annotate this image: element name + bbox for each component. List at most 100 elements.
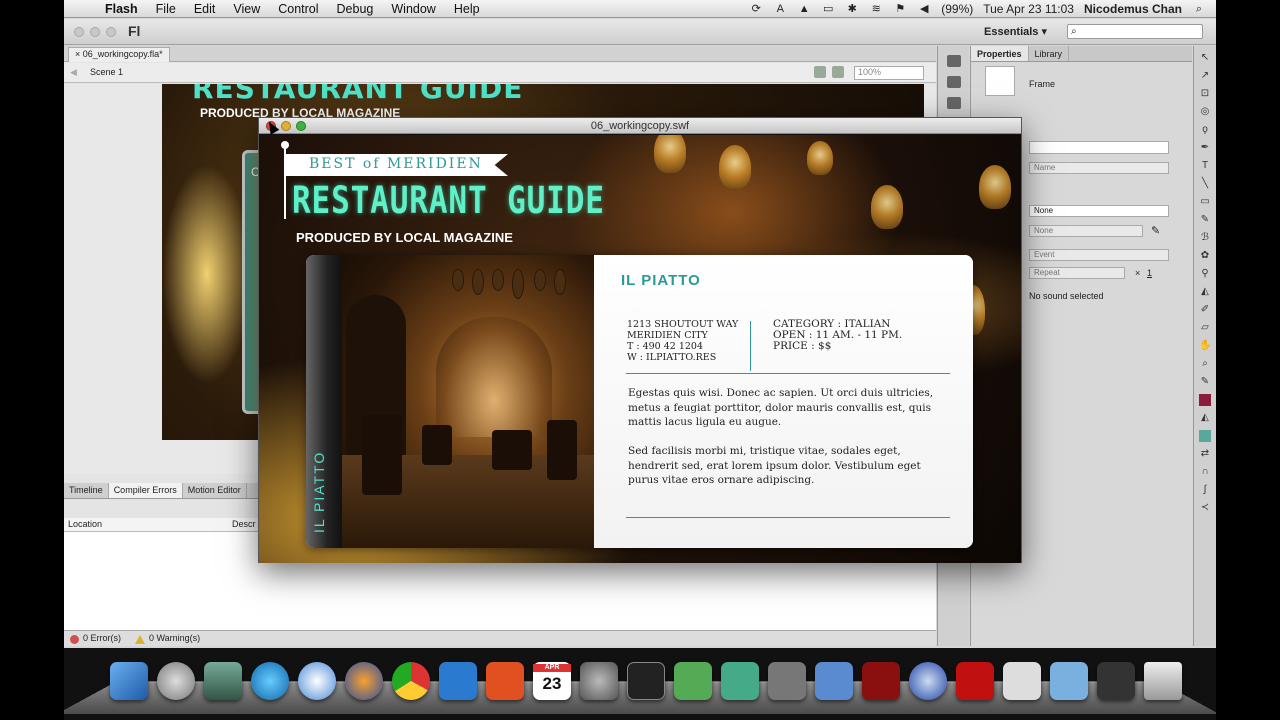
menu-control[interactable]: Control [269,2,327,16]
edit-symbol-icon[interactable] [832,66,844,78]
word-icon[interactable] [439,662,477,700]
terminal-icon[interactable] [627,662,665,700]
eyedropper-tool-icon[interactable]: ✐ [1199,304,1211,316]
swap-colors-icon[interactable]: ⇄ [1199,448,1211,460]
pen-tool-icon[interactable]: ✒ [1199,142,1211,154]
xcode-icon[interactable] [815,662,853,700]
selection-tool-icon[interactable]: ↖ [1199,52,1211,64]
swf-minimize-button[interactable] [281,121,291,131]
help-search-input[interactable]: ⌕ [1067,24,1203,39]
frame-label-input[interactable] [1029,141,1169,154]
quicktime-icon[interactable] [909,662,947,700]
clock[interactable]: Tue Apr 23 11:03 [983,2,1074,16]
adobe-icon[interactable]: A [773,3,787,15]
flag-icon[interactable]: ⚑ [893,3,907,15]
spotlight-icon[interactable]: ⌕ [1192,3,1206,15]
menu-help[interactable]: Help [445,2,489,16]
hand-tool-icon[interactable]: ✋ [1199,340,1211,352]
swatches-panel-icon[interactable] [946,76,961,88]
utility-icon[interactable] [768,662,806,700]
sync-select[interactable]: Event [1029,249,1169,261]
zoom-tool-icon[interactable]: ⌕ [1199,358,1211,370]
bone-tool-icon[interactable]: ⚲ [1199,268,1211,280]
brush-tool-icon[interactable]: ℬ [1199,232,1211,244]
stroke-color-icon[interactable]: ✎ [1199,376,1211,388]
finder-icon[interactable] [110,662,148,700]
restaurant-card[interactable]: IL PIATTO IL PIATTO 1213 SHOUTOUT WAY ME… [306,255,973,548]
menu-view[interactable]: View [224,2,269,16]
launchpad-icon[interactable] [157,662,195,700]
lasso-tool-icon[interactable]: ϙ [1199,124,1211,136]
menu-app-name[interactable]: Flash [96,2,147,16]
swf-title-bar[interactable]: 06_workingcopy.swf [259,118,1021,134]
chrome-icon[interactable] [392,662,430,700]
tab-motion-editor[interactable]: Motion Editor [183,483,247,498]
edit-scene-icon[interactable] [814,66,826,78]
workspace-switcher[interactable]: Essentials ▾ [984,25,1047,38]
folder-icon[interactable] [1050,662,1088,700]
tab-timeline[interactable]: Timeline [64,483,109,498]
snap-icon[interactable]: ∩ [1199,466,1211,478]
free-transform-tool-icon[interactable]: ⊡ [1199,88,1211,100]
tab-properties[interactable]: Properties [971,46,1029,61]
app-store-icon[interactable] [251,662,289,700]
stroke-color-swatch[interactable] [1199,394,1211,406]
battery-status[interactable]: (99%) [941,2,973,16]
rectangle-tool-icon[interactable]: ▭ [1199,196,1211,208]
calendar-icon[interactable]: 23 [533,662,571,700]
zoom-select[interactable]: 100% [854,66,924,80]
flash-player-icon[interactable] [956,662,994,700]
swf-zoom-button[interactable] [296,121,306,131]
scene-label[interactable]: Scene 1 [90,67,123,77]
trash-icon[interactable] [1144,662,1182,700]
document-tab[interactable]: × 06_workingcopy.fla* [68,47,170,62]
repeat-select[interactable]: Repeat [1029,267,1125,279]
safari-icon[interactable] [298,662,336,700]
pencil-icon[interactable]: ✎ [1151,224,1160,237]
system-preferences-icon[interactable] [580,662,618,700]
tween-select[interactable]: None [1029,205,1169,217]
wifi-icon[interactable]: ≋ [869,3,883,15]
mission-control-icon[interactable] [204,662,242,700]
col-description[interactable]: Descr [232,519,256,529]
fill-color-icon[interactable]: ◭ [1199,412,1211,424]
smooth-icon[interactable]: ∫ [1199,484,1211,496]
evernote-icon[interactable] [674,662,712,700]
close-window-button[interactable] [74,27,84,37]
3d-rotation-tool-icon[interactable]: ◎ [1199,106,1211,118]
bluetooth-icon[interactable]: ✱ [845,3,859,15]
deco-tool-icon[interactable]: ✿ [1199,250,1211,262]
preview-icon[interactable] [1003,662,1041,700]
tab-library[interactable]: Library [1029,46,1070,61]
zoom-window-button[interactable] [106,27,116,37]
back-arrow-icon[interactable]: ◀ [70,67,77,78]
fill-color-swatch[interactable] [1199,430,1211,442]
tab-compiler-errors[interactable]: Compiler Errors [108,483,183,498]
eraser-tool-icon[interactable]: ▱ [1199,322,1211,334]
color-panel-icon[interactable] [946,55,961,67]
drive-icon[interactable]: ▲ [797,3,811,15]
flash-professional-icon[interactable] [862,662,900,700]
user-name[interactable]: Nicodemus Chan [1084,2,1182,16]
pencil-tool-icon[interactable]: ✎ [1199,214,1211,226]
firefox-icon[interactable] [345,662,383,700]
col-location[interactable]: Location [68,519,102,529]
sound-select[interactable]: None [1029,225,1143,237]
menu-edit[interactable]: Edit [185,2,225,16]
text-tool-icon[interactable]: T [1199,160,1211,172]
close-tab-icon[interactable]: × [75,49,83,59]
powerpoint-icon[interactable] [486,662,524,700]
line-tool-icon[interactable]: ╲ [1199,178,1211,190]
paint-bucket-tool-icon[interactable]: ◭ [1199,286,1211,298]
sync-icon[interactable]: ⟳ [749,3,763,15]
straighten-icon[interactable]: ≺ [1199,502,1211,514]
menu-debug[interactable]: Debug [328,2,383,16]
display-icon[interactable]: ▭ [821,3,835,15]
downloads-icon[interactable] [1097,662,1135,700]
label-type-select[interactable]: Name [1029,162,1169,174]
menu-file[interactable]: File [147,2,185,16]
subselection-tool-icon[interactable]: ↗ [1199,70,1211,82]
repeat-count[interactable]: 1 [1147,268,1152,278]
volume-icon[interactable]: ◀ [917,3,931,15]
menu-window[interactable]: Window [382,2,444,16]
